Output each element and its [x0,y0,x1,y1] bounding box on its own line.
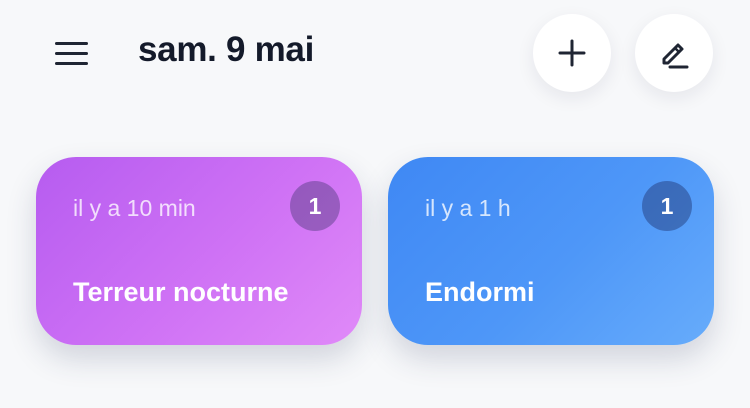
event-card-terreur-nocturne[interactable]: il y a 10 min 1 Terreur nocturne [36,157,362,345]
menu-bar [55,51,88,55]
menu-bar [55,61,88,65]
card-title: Endormi [425,277,535,307]
screen: sam. 9 mai il y a 10 min 1 Terreur noctu… [0,0,750,408]
card-count-badge: 1 [642,181,692,231]
card-time-ago: il y a 10 min [73,195,196,221]
edit-button[interactable] [635,14,713,92]
event-card-endormi[interactable]: il y a 1 h 1 Endormi [388,157,714,345]
card-count-badge: 1 [290,181,340,231]
card-title: Terreur nocturne [73,277,289,307]
plus-icon [558,39,586,67]
menu-bar [55,41,88,45]
page-title: sam. 9 mai [138,30,314,69]
card-time-ago: il y a 1 h [425,195,511,221]
pencil-icon [662,43,689,69]
add-button[interactable] [533,14,611,92]
hamburger-menu-icon[interactable] [52,38,92,68]
